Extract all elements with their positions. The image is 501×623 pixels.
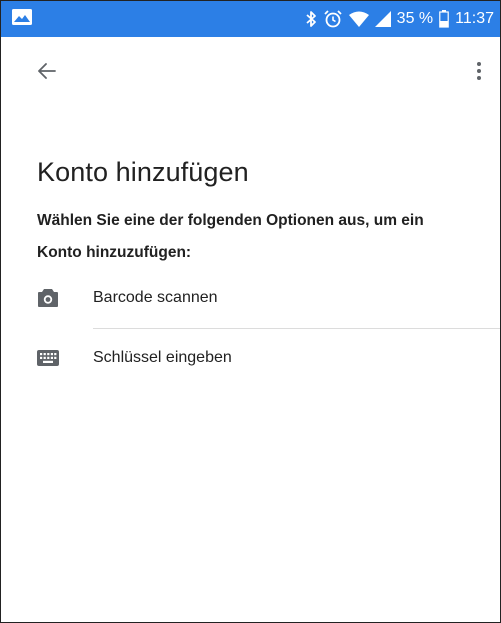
overflow-menu-button[interactable] <box>465 57 493 85</box>
arrow-back-icon <box>38 63 56 79</box>
clock: 11:37 <box>455 10 494 27</box>
image-notification-icon <box>12 9 32 25</box>
wifi-icon <box>348 11 369 27</box>
back-button[interactable] <box>31 57 63 85</box>
instructions-text: Wählen Sie eine der folgenden Optionen a… <box>37 212 424 261</box>
cellular-signal-icon <box>374 11 391 27</box>
status-icons: 35 % 11:37 <box>305 1 494 37</box>
screen: 35 % 11:37 Konto hinzufügen Wählen Sie e… <box>0 0 501 623</box>
enter-key-option[interactable]: Schlüssel eingeben <box>1 335 500 383</box>
scan-barcode-label: Barcode scannen <box>93 289 218 306</box>
camera-icon <box>37 287 59 309</box>
battery-icon <box>439 10 449 28</box>
keyboard-icon <box>37 347 59 369</box>
status-bar: 35 % 11:37 <box>1 1 500 37</box>
bluetooth-icon <box>305 10 317 28</box>
options-divider <box>93 328 500 329</box>
scan-barcode-option[interactable]: Barcode scannen <box>1 275 500 323</box>
alarm-icon <box>323 9 343 29</box>
battery-percent: 35 % <box>396 10 434 27</box>
more-vert-icon <box>477 62 481 80</box>
page-title: Konto hinzufügen <box>37 157 249 187</box>
enter-key-label: Schlüssel eingeben <box>93 349 232 366</box>
